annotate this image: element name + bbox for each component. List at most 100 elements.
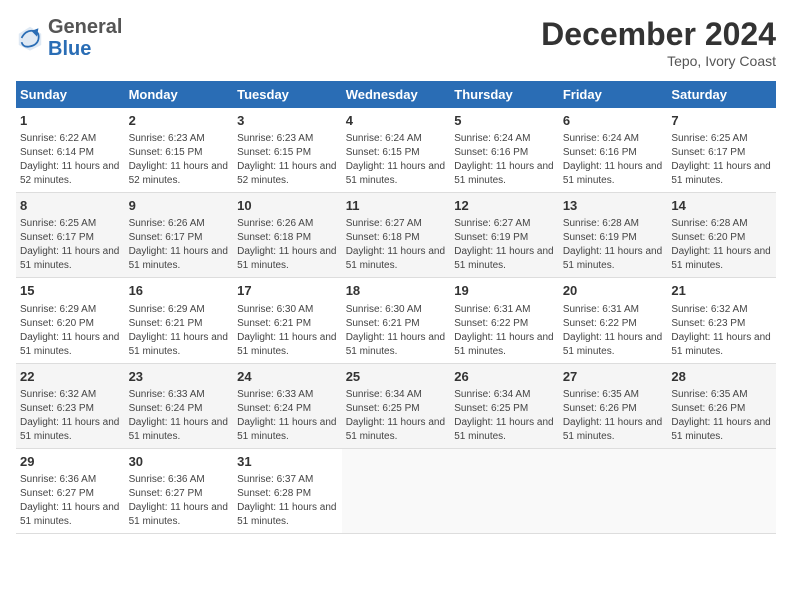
- calendar-week-row: 29Sunrise: 6:36 AMSunset: 6:27 PMDayligh…: [16, 448, 776, 533]
- day-info: Sunrise: 6:30 AMSunset: 6:21 PMDaylight:…: [237, 303, 338, 359]
- month-title: December 2024: [541, 16, 776, 53]
- day-of-week-header: Wednesday: [342, 81, 451, 108]
- day-info: Sunrise: 6:28 AMSunset: 6:20 PMDaylight:…: [671, 217, 772, 273]
- logo-text: General Blue: [48, 16, 122, 60]
- calendar-cell: 26 Sunrise: 6:34 AMSunset: 6:25 PMDayligh…: [450, 363, 559, 448]
- day-of-week-header: Friday: [559, 81, 668, 108]
- day-number: 6: [563, 112, 664, 130]
- calendar-cell: 2Sunrise: 6:23 AMSunset: 6:15 PMDaylight…: [125, 108, 234, 193]
- day-info: Sunrise: 6:37 AMSunset: 6:28 PMDaylight:…: [237, 473, 338, 529]
- logo-blue: Blue: [48, 38, 91, 60]
- calendar-header-row: SundayMondayTuesdayWednesdayThursdayFrid…: [16, 81, 776, 108]
- calendar-cell: 25Sunrise: 6:34 AMSunset: 6:25 PMDayligh…: [342, 363, 451, 448]
- day-number: 29: [20, 453, 121, 471]
- day-number: 19: [454, 282, 555, 300]
- day-info: Sunrise: 6:29 AMSunset: 6:21 PMDaylight:…: [129, 303, 230, 359]
- day-info: Sunrise: 6:24 AMSunset: 6:15 PMDaylight:…: [346, 132, 447, 188]
- day-info: Sunrise: 6:35 AMSunset: 6:26 PMDaylight:…: [563, 388, 664, 444]
- day-info: Sunrise: 6:31 AMSunset: 6:22 PMDaylight:…: [563, 303, 664, 359]
- calendar-cell: 23 Sunrise: 6:33 AMSunset: 6:24 PMDayligh…: [125, 363, 234, 448]
- calendar-cell: [559, 448, 668, 533]
- day-of-week-header: Saturday: [667, 81, 776, 108]
- calendar-cell: 3 Sunrise: 6:23 AMSunset: 6:15 PMDaylight…: [233, 108, 342, 193]
- day-info: Sunrise: 6:33 AMSunset: 6:24 PMDaylight:…: [129, 388, 230, 444]
- calendar-cell: 10 Sunrise: 6:26 AMSunset: 6:18 PMDayligh…: [233, 193, 342, 278]
- day-number: 28: [671, 368, 772, 386]
- day-number: 12: [454, 197, 555, 215]
- day-info: Sunrise: 6:29 AMSunset: 6:20 PMDaylight:…: [20, 303, 121, 359]
- calendar-cell: 19Sunrise: 6:31 AMSunset: 6:22 PMDayligh…: [450, 278, 559, 363]
- day-info: Sunrise: 6:27 AMSunset: 6:18 PMDaylight:…: [346, 217, 447, 273]
- day-number: 5: [454, 112, 555, 130]
- calendar-cell: 6 Sunrise: 6:24 AMSunset: 6:16 PMDaylight…: [559, 108, 668, 193]
- day-number: 7: [671, 112, 772, 130]
- day-number: 11: [346, 197, 447, 215]
- calendar-cell: 31Sunrise: 6:37 AMSunset: 6:28 PMDayligh…: [233, 448, 342, 533]
- page-header: General Blue December 2024 Tepo, Ivory C…: [16, 16, 776, 69]
- day-number: 30: [129, 453, 230, 471]
- calendar-cell: 11 Sunrise: 6:27 AMSunset: 6:18 PMDayligh…: [342, 193, 451, 278]
- calendar-cell: 28 Sunrise: 6:35 AMSunset: 6:26 PMDayligh…: [667, 363, 776, 448]
- day-number: 10: [237, 197, 338, 215]
- calendar-cell: 24Sunrise: 6:33 AMSunset: 6:24 PMDayligh…: [233, 363, 342, 448]
- day-info: Sunrise: 6:23 AMSunset: 6:15 PMDaylight:…: [237, 132, 338, 188]
- day-info: Sunrise: 6:34 AMSunset: 6:25 PMDaylight:…: [454, 388, 555, 444]
- calendar-cell: 7 Sunrise: 6:25 AMSunset: 6:17 PMDaylight…: [667, 108, 776, 193]
- day-number: 26: [454, 368, 555, 386]
- day-info: Sunrise: 6:23 AMSunset: 6:15 PMDaylight:…: [129, 132, 230, 188]
- day-info: Sunrise: 6:24 AMSunset: 6:16 PMDaylight:…: [563, 132, 664, 188]
- calendar-cell: [342, 448, 451, 533]
- calendar-cell: 14 Sunrise: 6:28 AMSunset: 6:20 PMDayligh…: [667, 193, 776, 278]
- calendar-cell: 8 Sunrise: 6:25 AMSunset: 6:17 PMDaylight…: [16, 193, 125, 278]
- calendar-cell: 5 Sunrise: 6:24 AMSunset: 6:16 PMDaylight…: [450, 108, 559, 193]
- day-number: 3: [237, 112, 338, 130]
- day-info: Sunrise: 6:27 AMSunset: 6:19 PMDaylight:…: [454, 217, 555, 273]
- calendar-cell: 20 Sunrise: 6:31 AMSunset: 6:22 PMDayligh…: [559, 278, 668, 363]
- day-number: 20: [563, 282, 664, 300]
- day-info: Sunrise: 6:25 AMSunset: 6:17 PMDaylight:…: [671, 132, 772, 188]
- day-of-week-header: Tuesday: [233, 81, 342, 108]
- calendar-week-row: 15Sunrise: 6:29 AMSunset: 6:20 PMDayligh…: [16, 278, 776, 363]
- calendar-table: SundayMondayTuesdayWednesdayThursdayFrid…: [16, 81, 776, 534]
- day-number: 27: [563, 368, 664, 386]
- day-info: Sunrise: 6:26 AMSunset: 6:17 PMDaylight:…: [129, 217, 230, 273]
- location-subtitle: Tepo, Ivory Coast: [541, 53, 776, 69]
- calendar-cell: 13 Sunrise: 6:28 AMSunset: 6:19 PMDayligh…: [559, 193, 668, 278]
- day-number: 17: [237, 282, 338, 300]
- day-number: 21: [671, 282, 772, 300]
- day-info: Sunrise: 6:28 AMSunset: 6:19 PMDaylight:…: [563, 217, 664, 273]
- calendar-cell: 30Sunrise: 6:36 AMSunset: 6:27 PMDayligh…: [125, 448, 234, 533]
- day-number: 4: [346, 112, 447, 130]
- calendar-cell: [450, 448, 559, 533]
- calendar-cell: [667, 448, 776, 533]
- day-number: 13: [563, 197, 664, 215]
- calendar-cell: 12 Sunrise: 6:27 AMSunset: 6:19 PMDayligh…: [450, 193, 559, 278]
- day-info: Sunrise: 6:35 AMSunset: 6:26 PMDaylight:…: [671, 388, 772, 444]
- calendar-cell: 4 Sunrise: 6:24 AMSunset: 6:15 PMDaylight…: [342, 108, 451, 193]
- day-of-week-header: Monday: [125, 81, 234, 108]
- day-number: 8: [20, 197, 121, 215]
- logo: General Blue: [16, 16, 122, 60]
- logo-general: General: [48, 16, 122, 38]
- calendar-cell: 18 Sunrise: 6:30 AMSunset: 6:21 PMDayligh…: [342, 278, 451, 363]
- day-info: Sunrise: 6:26 AMSunset: 6:18 PMDaylight:…: [237, 217, 338, 273]
- logo-icon: [16, 24, 44, 52]
- day-number: 16: [129, 282, 230, 300]
- day-number: 22: [20, 368, 121, 386]
- day-info: Sunrise: 6:25 AMSunset: 6:17 PMDaylight:…: [20, 217, 121, 273]
- calendar-cell: 9Sunrise: 6:26 AMSunset: 6:17 PMDaylight…: [125, 193, 234, 278]
- day-number: 14: [671, 197, 772, 215]
- calendar-cell: 16 Sunrise: 6:29 AMSunset: 6:21 PMDayligh…: [125, 278, 234, 363]
- day-info: Sunrise: 6:24 AMSunset: 6:16 PMDaylight:…: [454, 132, 555, 188]
- title-block: December 2024 Tepo, Ivory Coast: [541, 16, 776, 69]
- day-number: 18: [346, 282, 447, 300]
- calendar-cell: 15Sunrise: 6:29 AMSunset: 6:20 PMDayligh…: [16, 278, 125, 363]
- day-info: Sunrise: 6:30 AMSunset: 6:21 PMDaylight:…: [346, 303, 447, 359]
- calendar-cell: 27 Sunrise: 6:35 AMSunset: 6:26 PMDayligh…: [559, 363, 668, 448]
- calendar-week-row: 1 Sunrise: 6:22 AMSunset: 6:14 PMDaylight…: [16, 108, 776, 193]
- day-number: 1: [20, 112, 121, 130]
- day-number: 23: [129, 368, 230, 386]
- day-info: Sunrise: 6:22 AMSunset: 6:14 PMDaylight:…: [20, 132, 121, 188]
- day-info: Sunrise: 6:32 AMSunset: 6:23 PMDaylight:…: [20, 388, 121, 444]
- day-number: 25: [346, 368, 447, 386]
